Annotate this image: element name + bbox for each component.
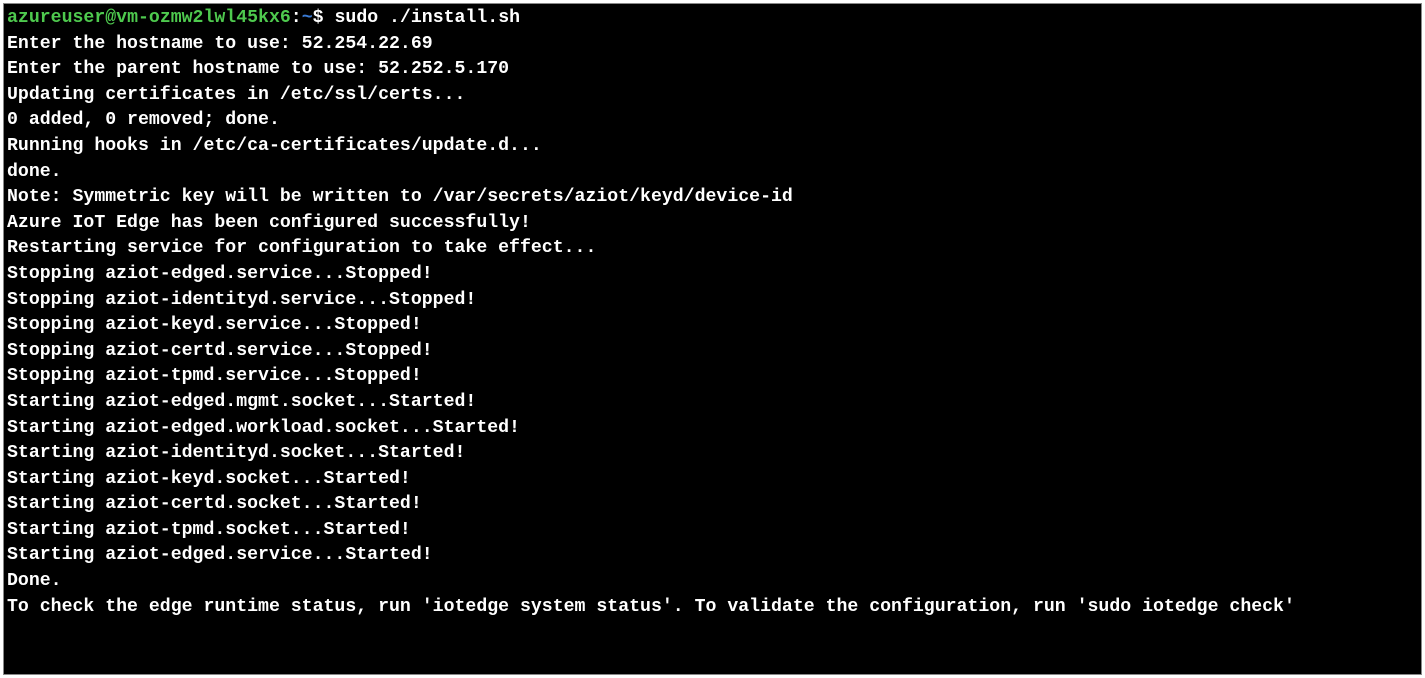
- output-line: Starting aziot-edged.service...Started!: [7, 543, 1418, 569]
- output-line: Running hooks in /etc/ca-certificates/up…: [7, 134, 1418, 160]
- output-line: Restarting service for configuration to …: [7, 236, 1418, 262]
- output-line: Stopping aziot-tpmd.service...Stopped!: [7, 364, 1418, 390]
- window-frame: azureuser@vm-ozmw2lwl45kx6:~$ sudo ./ins…: [0, 0, 1425, 678]
- output-line: Starting aziot-identityd.socket...Starte…: [7, 441, 1418, 467]
- output-line: done.: [7, 160, 1418, 186]
- output-line: Azure IoT Edge has been configured succe…: [7, 211, 1418, 237]
- prompt-at: @: [105, 8, 116, 28]
- output-line: 0 added, 0 removed; done.: [7, 108, 1418, 134]
- prompt-path: ~: [302, 8, 313, 28]
- prompt-line: azureuser@vm-ozmw2lwl45kx6:~$ sudo ./ins…: [7, 6, 1418, 32]
- output-line: Stopping aziot-edged.service...Stopped!: [7, 262, 1418, 288]
- output-line: Enter the parent hostname to use: 52.252…: [7, 57, 1418, 83]
- output-line: Done.: [7, 569, 1418, 595]
- output-line: Starting aziot-tpmd.socket...Started!: [7, 518, 1418, 544]
- output-line: Stopping aziot-certd.service...Stopped!: [7, 339, 1418, 365]
- prompt-user: azureuser: [7, 8, 105, 28]
- terminal[interactable]: azureuser@vm-ozmw2lwl45kx6:~$ sudo ./ins…: [3, 3, 1422, 675]
- output-line: Starting aziot-keyd.socket...Started!: [7, 467, 1418, 493]
- prompt-dollar: $: [313, 8, 335, 28]
- prompt-colon: :: [291, 8, 302, 28]
- output-line: Starting aziot-edged.workload.socket...S…: [7, 416, 1418, 442]
- output-line: Starting aziot-edged.mgmt.socket...Start…: [7, 390, 1418, 416]
- prompt-host: vm-ozmw2lwl45kx6: [116, 8, 291, 28]
- command-text: sudo ./install.sh: [334, 8, 520, 28]
- output-line: Starting aziot-certd.socket...Started!: [7, 492, 1418, 518]
- output-line: Note: Symmetric key will be written to /…: [7, 185, 1418, 211]
- output-line: Enter the hostname to use: 52.254.22.69: [7, 32, 1418, 58]
- output-line: Updating certificates in /etc/ssl/certs.…: [7, 83, 1418, 109]
- output-line: To check the edge runtime status, run 'i…: [7, 595, 1418, 621]
- output-line: Stopping aziot-identityd.service...Stopp…: [7, 288, 1418, 314]
- output-line: Stopping aziot-keyd.service...Stopped!: [7, 313, 1418, 339]
